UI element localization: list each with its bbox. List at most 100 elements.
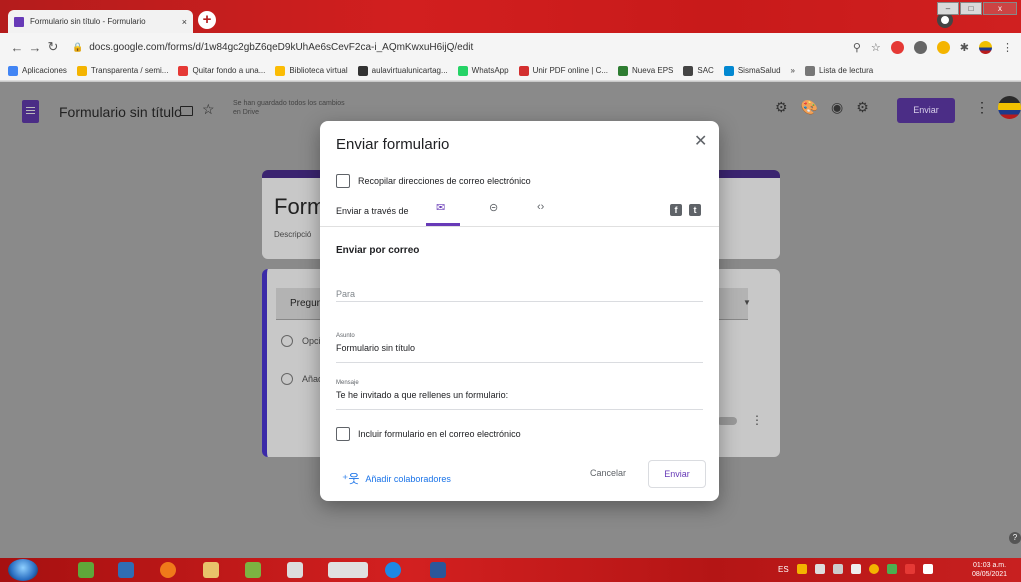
radio-icon (281, 373, 293, 385)
bookmark-item[interactable]: Aplicaciones (8, 65, 67, 76)
star-icon[interactable]: ☆ (202, 101, 215, 118)
tray-icon[interactable] (868, 564, 879, 574)
message-field[interactable]: Mensaje Te he invitado a que rellenes un… (336, 380, 703, 410)
taskbar-app-icon[interactable] (245, 562, 261, 578)
close-icon[interactable]: ✕ (694, 131, 707, 151)
tray-icon[interactable] (814, 564, 825, 574)
bookmark-star-icon[interactable]: ☆ (871, 41, 881, 54)
tray-icon[interactable] (904, 564, 915, 574)
extension-gray-icon[interactable] (913, 40, 927, 54)
bookmark-favicon-icon (357, 65, 368, 76)
url-text: docs.google.com/forms/d/1w84gc2gbZ6qeD9k… (89, 41, 474, 53)
language-indicator[interactable]: ES (778, 565, 789, 574)
bookmark-favicon-icon (683, 65, 694, 76)
bookmark-item[interactable]: Nueva EPS (618, 65, 673, 76)
whatsapp-icon (457, 65, 468, 76)
bookmark-item[interactable]: SismaSalud (723, 65, 781, 76)
header-send-button[interactable]: Enviar (897, 98, 955, 123)
file-explorer-icon[interactable] (203, 562, 219, 578)
add-person-icon: ⁺웃 (342, 472, 360, 486)
forms-logo-icon[interactable] (22, 100, 39, 123)
profile-avatar-icon[interactable] (979, 40, 992, 54)
bookmark-item[interactable]: Unir PDF online | C... (518, 65, 608, 76)
email-icon[interactable]: ✉ (436, 201, 445, 214)
chrome-icon[interactable] (328, 562, 368, 578)
signal-icon[interactable] (850, 564, 861, 574)
settings-gear-icon[interactable]: ⚙ (856, 99, 869, 116)
bookmarks-overflow[interactable]: » (791, 66, 795, 75)
bookmarks-bar: Aplicaciones Transparenta / semi... Quit… (0, 61, 1021, 81)
reading-list-icon (804, 65, 815, 76)
embed-code-icon[interactable]: ‹› (537, 201, 544, 213)
cancel-button[interactable]: Cancelar (590, 468, 626, 478)
subject-field[interactable]: Asunto Formulario sin título (336, 333, 703, 363)
extension-yellow-icon[interactable] (936, 40, 950, 54)
lock-icon: 🔒 (72, 41, 84, 52)
message-value: Te he invitado a que rellenes un formula… (336, 390, 509, 400)
form-title-header[interactable]: Formulario sin título (59, 104, 182, 120)
link-icon[interactable]: ⊝ (489, 201, 498, 214)
word-icon[interactable] (430, 562, 446, 578)
extensions-puzzle-icon[interactable]: ✱ (960, 41, 969, 54)
folder-icon[interactable] (180, 106, 193, 116)
maximize-button[interactable]: □ (960, 2, 982, 15)
reload-icon[interactable]: ↻ (44, 39, 62, 55)
more-options-icon[interactable]: ⋮ (975, 99, 989, 116)
browser-tab[interactable]: Formulario sin título - Formulario × (8, 10, 193, 33)
avatar[interactable] (998, 96, 1021, 119)
internet-explorer-icon[interactable] (385, 562, 401, 578)
add-collaborators-link[interactable]: ⁺웃 Añadir colaboradores (342, 470, 451, 487)
forward-arrow-icon[interactable]: → (26, 40, 44, 55)
bookmark-item[interactable]: Transparenta / semi... (76, 65, 168, 76)
required-toggle[interactable] (717, 417, 737, 425)
address-bar[interactable]: 🔒 docs.google.com/forms/d/1w84gc2gbZ6qeD… (68, 36, 843, 58)
clock[interactable]: 01:03 a.m. 08/05/2021 (972, 561, 1007, 579)
window-controls: – □ x (937, 2, 1017, 15)
option-row[interactable]: Opció (281, 335, 326, 347)
checkmark-icon (618, 65, 629, 76)
start-button[interactable] (8, 559, 38, 581)
new-tab-button[interactable]: + (198, 11, 216, 29)
clock-date: 08/05/2021 (972, 571, 1008, 578)
bookmark-item[interactable]: SAC (683, 65, 714, 76)
help-icon[interactable]: ? (1009, 532, 1021, 544)
tray-icon[interactable] (796, 564, 807, 574)
tray-icon[interactable] (886, 564, 897, 574)
bookmark-favicon-icon (275, 65, 286, 76)
flag-icon[interactable] (922, 564, 933, 574)
reading-list[interactable]: Lista de lectura (804, 65, 873, 76)
window-close-button[interactable]: x (983, 2, 1017, 15)
bookmark-item[interactable]: WhatsApp (457, 65, 509, 76)
bookmark-favicon-icon (518, 65, 529, 76)
bookmark-item[interactable]: Biblioteca virtual (275, 65, 348, 76)
question-type-dropdown-icon[interactable]: ▼ (743, 298, 751, 307)
minimize-button[interactable]: – (937, 2, 959, 15)
add-option-row[interactable]: Añadi (281, 373, 325, 385)
toolbar-icons: ⚲ ☆ ✱ ⋮ (853, 40, 1013, 54)
subject-value: Formulario sin título (336, 343, 416, 353)
firefox-icon[interactable] (160, 562, 176, 578)
browser-menu-icon[interactable]: ⋮ (1002, 41, 1013, 54)
taskbar-media-icon[interactable] (118, 562, 134, 578)
back-arrow-icon[interactable]: ← (8, 40, 26, 55)
collect-emails-checkbox[interactable] (336, 174, 350, 188)
addons-icon[interactable]: ⚙ (775, 99, 788, 116)
palette-icon[interactable]: 🎨 (801, 99, 818, 116)
question-more-icon[interactable]: ⋮ (751, 413, 763, 427)
bookmark-item[interactable]: Quitar fondo a una... (178, 65, 265, 76)
network-icon[interactable] (832, 564, 843, 574)
twitter-icon[interactable]: t (689, 204, 701, 216)
zoom-icon[interactable]: ⚲ (853, 41, 861, 54)
include-form-checkbox[interactable] (336, 427, 350, 441)
taskbar-app-icon[interactable] (78, 562, 94, 578)
tab-close-icon[interactable]: × (182, 17, 187, 27)
to-field[interactable]: Para (336, 284, 703, 302)
bookmark-item[interactable]: aulavirtualunicartag... (357, 65, 448, 76)
send-button[interactable]: Enviar (648, 460, 706, 488)
bookmark-favicon-icon (723, 65, 734, 76)
preview-eye-icon[interactable]: ◉ (831, 99, 843, 116)
facebook-icon[interactable]: f (670, 204, 682, 216)
form-title-partial: Form (274, 194, 326, 219)
extension-red-icon[interactable] (890, 40, 904, 54)
taskbar-app-icon[interactable] (287, 562, 303, 578)
